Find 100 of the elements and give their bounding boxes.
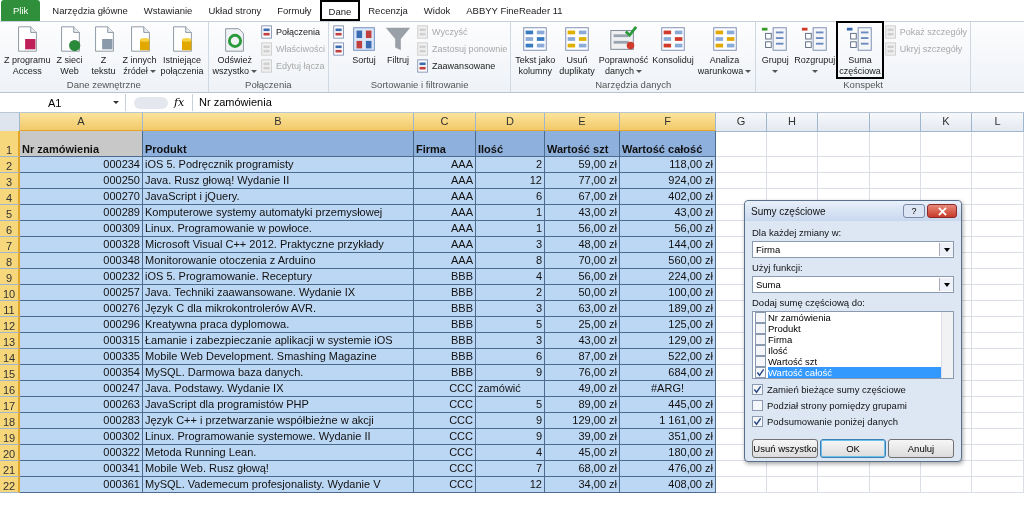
list-item[interactable]: Wartość szt	[753, 356, 941, 367]
list-item[interactable]: Firma	[753, 334, 941, 345]
ribbon-tab[interactable]: ABBYY FineReader 11	[458, 0, 571, 21]
ribbon-tab[interactable]: Układ strony	[200, 0, 270, 21]
row-header[interactable]: 9	[0, 269, 20, 285]
row-header[interactable]: 17	[0, 397, 20, 413]
help-button[interactable]: ?	[903, 204, 925, 218]
ribbon-tab[interactable]: Plik	[1, 0, 41, 21]
table-cell: 000309	[20, 221, 143, 237]
row-header[interactable]: 12	[0, 317, 20, 333]
dropdown-field[interactable]: Suma	[752, 276, 954, 293]
table-cell: 000341	[20, 461, 143, 477]
table-cell: Kreatywna praca dyplomowa.	[143, 317, 414, 333]
table-cell: 70,00 zł	[545, 253, 620, 269]
table-cell: AAA	[414, 237, 476, 253]
table-cell: 68,00 zł	[545, 461, 620, 477]
row-header[interactable]: 5	[0, 205, 20, 221]
table-cell: CCC	[414, 397, 476, 413]
table-cell: 402,00 zł	[620, 189, 716, 205]
column-header[interactable]: L	[972, 113, 1024, 132]
table-cell: 50,00 zł	[545, 285, 620, 301]
row-header[interactable]: 1	[0, 131, 20, 157]
list-item[interactable]: Nr zamówienia	[753, 312, 941, 323]
row-header[interactable]: 6	[0, 221, 20, 237]
function-label[interactable]: fx	[174, 96, 192, 109]
ribbon-button[interactable]: Usuń duplikaty	[557, 22, 597, 78]
row-header[interactable]: 22	[0, 477, 20, 493]
ribbon-tab[interactable]: Widok	[415, 0, 459, 21]
ribbon-tab[interactable]: Narzędzia główne	[44, 0, 136, 21]
column-header[interactable]: G	[716, 113, 767, 132]
name-box[interactable]: A1	[0, 94, 126, 111]
row-header[interactable]: 7	[0, 237, 20, 253]
ribbon-button[interactable]: Konsoliduj	[650, 22, 696, 78]
table-cell: 4	[476, 445, 545, 461]
row-header[interactable]: 4	[0, 189, 20, 205]
ribbon-tab[interactable]: Formuły	[269, 0, 320, 21]
table-cell: 56,00 zł	[620, 221, 716, 237]
ribbon-button[interactable]: Z programu Access	[2, 22, 53, 78]
ribbon-button[interactable]: Istniejące połączenia	[158, 22, 206, 78]
row-header[interactable]: 20	[0, 445, 20, 461]
table-cell: AAA	[414, 189, 476, 205]
table-cell: Java. Podstawy. Wydanie IX	[143, 381, 414, 397]
ribbon-tab[interactable]: Recenzja	[360, 0, 416, 21]
table-cell: 351,00 zł	[620, 429, 716, 445]
ribbon-button[interactable]: Tekst jako kolumny	[513, 22, 558, 78]
table-cell: 9	[476, 365, 545, 381]
ribbon-button[interactable]: Odśwież wszystko	[210, 22, 260, 78]
table-cell: 144,00 zł	[620, 237, 716, 253]
column-header[interactable]: H	[767, 113, 818, 132]
table-cell: Wartość całość	[620, 131, 716, 157]
table-cell: Język C++ i przetwarzanie współbieżne w akcji	[143, 413, 414, 429]
dialog-button[interactable]: OK	[820, 439, 886, 458]
table-cell: 560,00 zł	[620, 253, 716, 269]
ribbon-button[interactable]: Zaawansowane	[415, 58, 509, 74]
table-cell: 9	[476, 413, 545, 429]
ribbon-button[interactable]: Sortuj	[347, 22, 382, 78]
ribbon-button[interactable]: Połączenia	[259, 24, 327, 40]
row-header[interactable]: 18	[0, 413, 20, 429]
row-header[interactable]: 10	[0, 285, 20, 301]
ribbon-button[interactable]: Z tekstu	[86, 22, 121, 78]
row-header[interactable]: 13	[0, 333, 20, 349]
dialog-button[interactable]: Usuń wszystko	[752, 439, 818, 458]
table-cell: #ARG!	[620, 381, 716, 397]
table-cell: Język C dla mikrokontrolerów AVR.	[143, 301, 414, 317]
ribbon-button[interactable]: Z innych źródeł	[120, 22, 159, 78]
dialog-button[interactable]: Anuluj	[888, 439, 954, 458]
row-header[interactable]: 2	[0, 157, 20, 173]
row-header[interactable]: 15	[0, 365, 20, 381]
table-cell: 000322	[20, 445, 143, 461]
ribbon-tab[interactable]: Dane	[319, 0, 361, 21]
list-item[interactable]: Produkt	[753, 323, 941, 334]
table-cell: 118,00 zł	[620, 157, 716, 173]
dropdown-field[interactable]: Firma	[752, 241, 954, 258]
table-cell: 45,00 zł	[545, 445, 620, 461]
ribbon-button[interactable]: Poprawność danych	[596, 22, 651, 78]
list-item[interactable]: Ilość	[753, 345, 941, 356]
table-cell: 000354	[20, 365, 143, 381]
column-header[interactable]: K	[921, 113, 972, 132]
ribbon-button[interactable]: Analiza warunkowa	[695, 22, 754, 78]
row-header[interactable]: 8	[0, 253, 20, 269]
formula-field[interactable]: Nr zamówienia	[192, 94, 1024, 111]
ribbon-tab[interactable]: Wstawianie	[135, 0, 201, 21]
row-header[interactable]: 21	[0, 461, 20, 477]
row-header[interactable]: 11	[0, 301, 20, 317]
row-header[interactable]: 14	[0, 349, 20, 365]
table-cell: BBB	[414, 285, 476, 301]
table-cell: Ilość	[476, 131, 545, 157]
table-cell: 87,00 zł	[545, 349, 620, 365]
table-cell: 43,00 zł	[545, 333, 620, 349]
row-header[interactable]: 16	[0, 381, 20, 397]
ribbon-button[interactable]: Suma częściowa	[837, 22, 883, 78]
row-header[interactable]: 19	[0, 429, 20, 445]
ribbon-button[interactable]: Filtruj	[381, 22, 416, 78]
ribbon-button[interactable]: Z sieci Web	[52, 22, 87, 78]
table-cell: 129,00 zł	[545, 413, 620, 429]
ribbon-button[interactable]: Grupuj	[758, 22, 793, 78]
table-cell: 000270	[20, 189, 143, 205]
row-header[interactable]: 3	[0, 173, 20, 189]
table-cell: AAA	[414, 157, 476, 173]
ribbon-button[interactable]: Rozgrupuj	[792, 22, 838, 78]
